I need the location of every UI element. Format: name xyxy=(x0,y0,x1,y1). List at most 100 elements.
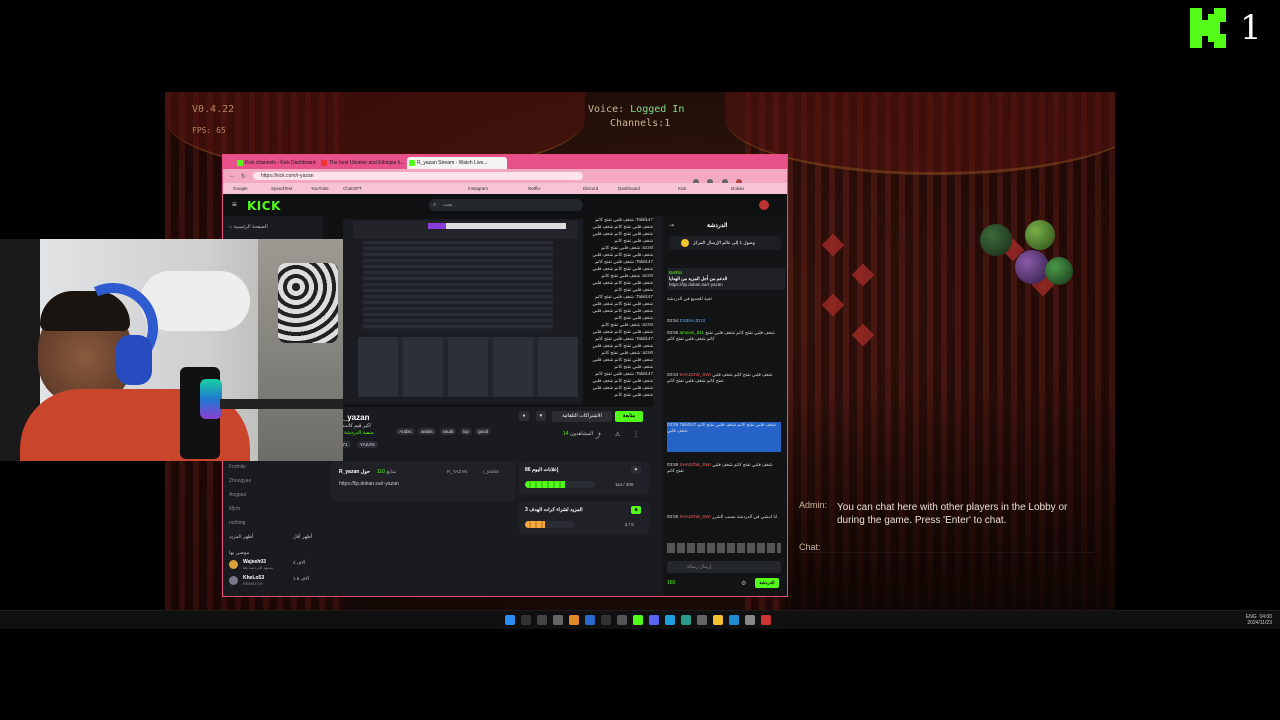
bookmark[interactable]: Instagram xyxy=(468,186,488,191)
collapse-chat-icon[interactable]: ⇥ xyxy=(669,222,674,229)
sidebar-show-more[interactable]: أظهر المزيد xyxy=(229,534,253,540)
settings-gear-icon[interactable] xyxy=(745,615,755,625)
search-icon[interactable] xyxy=(521,615,531,625)
browser-address-bar: ← ↻ https://kick.com/r-yazan xyxy=(223,169,787,185)
app-icon[interactable] xyxy=(553,615,563,625)
recommended-sub: REMATCH xyxy=(243,581,263,586)
edge-icon[interactable] xyxy=(729,615,739,625)
browser-tab[interactable]: The best Ukraine and Ethiopia h... xyxy=(319,157,413,169)
bookmark[interactable]: Dokan xyxy=(731,186,744,191)
coin-icon xyxy=(681,239,689,247)
search-icon: ⌕ xyxy=(433,202,437,208)
about-link[interactable]: https://lip.dokan.sa/r-yazan xyxy=(339,481,399,487)
kick-tab-icon xyxy=(409,160,415,166)
game-chat-input[interactable] xyxy=(799,552,1094,553)
sidebar-recommended-heading: موصى بها xyxy=(229,550,250,556)
browser-tab[interactable]: Kick channels - Kick Dashboard xyxy=(235,157,325,169)
app-icon[interactable] xyxy=(681,615,691,625)
bookmark[interactable]: SpeedTest xyxy=(271,186,292,191)
goal-title: إعلانات اليوم 86 xyxy=(525,467,559,473)
vscode-icon[interactable] xyxy=(585,615,595,625)
sidebar-item[interactable]: Mjrm xyxy=(229,506,240,512)
pinned-banner[interactable]: وصول 1 إلى عالم الإرسال المركز xyxy=(669,236,781,250)
kick-logo[interactable]: KICK xyxy=(247,199,281,213)
sidebar-item[interactable]: Zhongyao xyxy=(229,478,251,484)
windows-taskbar: ENG 04:00 2024/11/23 xyxy=(0,610,1280,629)
discord-icon[interactable] xyxy=(649,615,659,625)
extension-icons xyxy=(693,172,773,185)
sidebar-item[interactable]: nothing xyxy=(229,520,245,526)
tray-date[interactable]: 2024/11/23 xyxy=(1247,620,1272,626)
subscribe-button[interactable]: الاشتراكات التلقائية xyxy=(552,411,612,422)
url-input[interactable]: https://kick.com/r-yazan xyxy=(253,172,583,180)
reload-icon[interactable]: ↻ xyxy=(241,173,246,180)
app-icon[interactable] xyxy=(601,615,611,625)
goal-progress-bar xyxy=(525,521,575,528)
tag[interactable]: good xyxy=(475,428,492,435)
pinned-message: BotRix الدعم من أجل المزيد من الهدايا ht… xyxy=(667,268,785,290)
chat-input[interactable]: إرسال رسالة xyxy=(667,561,781,573)
bookmark[interactable]: Discord xyxy=(583,186,598,191)
gift-icon[interactable]: ■ xyxy=(631,506,641,514)
tag[interactable]: saudi xyxy=(439,428,457,435)
tag[interactable]: arabic xyxy=(418,428,437,435)
bell-icon[interactable]: ● xyxy=(519,411,529,421)
bookmark[interactable]: YouTube xyxy=(311,186,329,191)
tag[interactable]: Arabic xyxy=(396,428,415,435)
decor-ball xyxy=(1045,257,1073,285)
bookmark[interactable]: ChatGPT xyxy=(343,186,362,191)
app-icon[interactable] xyxy=(761,615,771,625)
kick-brand-number: 1 xyxy=(1240,8,1262,48)
heart-icon[interactable]: ♥ xyxy=(631,466,641,474)
heart-icon[interactable]: ♥ xyxy=(536,411,546,421)
system-tray[interactable]: ENG 04:00 2024/11/23 xyxy=(1246,614,1272,626)
windows-start-icon[interactable] xyxy=(505,615,515,625)
social-link[interactable]: r_yazan xyxy=(483,469,499,474)
tag[interactable]: top xyxy=(459,428,472,435)
report-icon[interactable]: ⚠ xyxy=(615,431,620,438)
youtube-tab-icon xyxy=(321,160,327,166)
bookmark[interactable]: Netflix xyxy=(528,186,541,191)
webcam-feed xyxy=(0,239,343,461)
chat-message-highlighted: 03:55 Talal147 شغف قلبي تفتح كاتم شغف قل… xyxy=(667,422,781,452)
chat-message: 03:55 amnani_511 شغف قلبي تفتح كاتم شغف … xyxy=(667,330,775,341)
search-input[interactable]: ⌕ بحث xyxy=(429,199,583,211)
bookmark[interactable]: Google xyxy=(233,186,248,191)
admin-message: You can chat here with other players in … xyxy=(837,502,1068,526)
menu-icon[interactable]: ≡ xyxy=(232,200,237,209)
bookmark[interactable]: Kick xyxy=(678,186,687,191)
kick-app-icon[interactable] xyxy=(633,615,643,625)
social-link[interactable]: R_YAZAN xyxy=(447,469,467,474)
telegram-icon[interactable] xyxy=(665,615,675,625)
browser-tab-active[interactable]: R_yazan Stream - Watch Live... xyxy=(407,157,507,169)
stream-player[interactable]: Talal147: شغف قلبي تفتح كاتم شغف قلبي تف… xyxy=(323,216,653,407)
goal-card: إعلانات اليوم 86 ♥ 114 / 200 xyxy=(519,461,649,495)
version-text: V0.4.22 xyxy=(192,104,235,115)
sidebar-home[interactable]: ⌂ الصفحة الرئيسية xyxy=(229,224,268,230)
sidebar-item[interactable]: Fortnite xyxy=(229,464,246,470)
goal-progress-bar xyxy=(525,481,595,488)
task-view-icon[interactable] xyxy=(537,615,547,625)
follow-button[interactable]: متابعة xyxy=(615,411,643,422)
bookmark[interactable]: Dashboard xyxy=(618,186,640,191)
tag-list: Arabic arabic saudi top good xyxy=(396,428,492,435)
sidebar-item[interactable]: Angpao xyxy=(229,492,246,498)
app-icon[interactable] xyxy=(569,615,579,625)
app-icon[interactable] xyxy=(617,615,627,625)
app-icon[interactable] xyxy=(697,615,707,625)
bookmarks-bar: Google SpeedTest YouTube ChatGPT Instagr… xyxy=(223,183,787,194)
settings-gear-icon[interactable]: ⚙ xyxy=(741,580,746,587)
more-icon[interactable]: ⋮ xyxy=(633,431,639,438)
sidebar-show-less[interactable]: أظهر أقل xyxy=(293,534,312,540)
kick-top-nav: ≡ KICK ⌕ بحث xyxy=(223,194,787,216)
stream-video xyxy=(343,219,583,404)
viewer-count: 14 المشاهدون xyxy=(563,431,594,437)
category-tag[interactable]: YAZAN xyxy=(357,441,378,448)
emote-row[interactable] xyxy=(667,543,781,553)
user-avatar[interactable] xyxy=(759,200,769,210)
avatar xyxy=(229,560,238,569)
nav-back-icon[interactable]: ← xyxy=(229,173,235,179)
chat-send-button[interactable]: الدردشة xyxy=(755,578,779,588)
file-explorer-icon[interactable] xyxy=(713,615,723,625)
share-icon[interactable]: ⤴ xyxy=(595,431,601,440)
